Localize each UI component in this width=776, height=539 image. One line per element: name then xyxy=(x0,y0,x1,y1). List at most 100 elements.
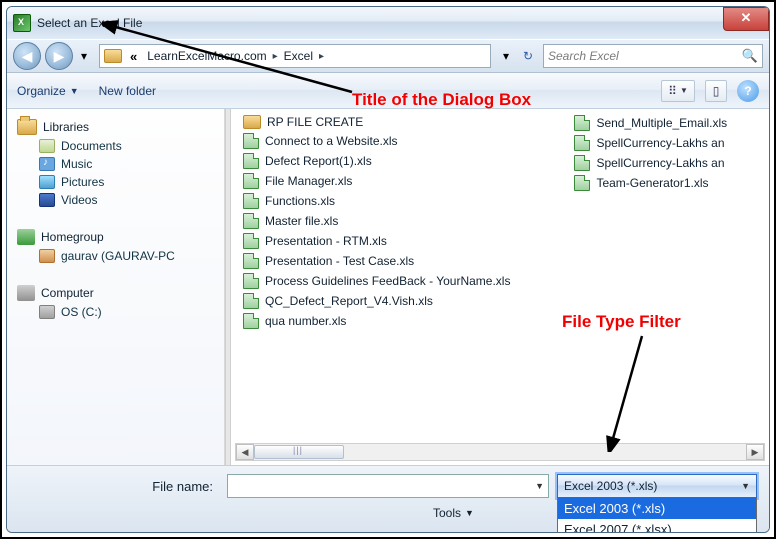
scroll-left-button[interactable]: ◀ xyxy=(236,444,254,460)
homegroup-icon xyxy=(17,229,35,245)
file-name: Send_Multiple_Email.xls xyxy=(596,116,727,130)
horizontal-scrollbar[interactable]: ◀ ▶ xyxy=(235,443,765,461)
preview-pane-button[interactable]: ▯ xyxy=(705,80,727,102)
annotation-filter: File Type Filter xyxy=(562,312,681,332)
file-name: Connect to a Website.xls xyxy=(265,134,398,148)
scroll-right-button[interactable]: ▶ xyxy=(746,444,764,460)
file-item[interactable]: Send_Multiple_Email.xls xyxy=(574,115,727,131)
filetype-option[interactable]: Excel 2007 (*.xlsx) xyxy=(558,519,756,533)
scroll-thumb[interactable] xyxy=(254,445,344,459)
bottom-panel: File name: ▼ Excel 2003 (*.xls) ▼ Excel … xyxy=(7,465,769,532)
file-item[interactable]: Master file.xls xyxy=(243,213,510,229)
refresh-icon: ↻ xyxy=(523,49,533,63)
help-icon: ? xyxy=(744,84,751,98)
folder-icon xyxy=(243,115,261,129)
history-dropdown[interactable]: ▾ xyxy=(77,46,91,66)
xls-file-icon xyxy=(243,293,259,309)
navbar: ◀ ▶ ▾ « LearnExcelMacro.com ▸ Excel ▸ ▾ … xyxy=(7,39,769,73)
view-icon: ⠿ xyxy=(668,84,677,98)
search-icon: 🔍 xyxy=(742,48,758,64)
sidebar-item-user[interactable]: gaurav (GAURAV-PC xyxy=(17,247,224,265)
crumb-item-1[interactable]: LearnExcelMacro.com xyxy=(145,49,268,63)
file-name: Functions.xls xyxy=(265,194,335,208)
xls-file-icon xyxy=(243,193,259,209)
file-item[interactable]: qua number.xls xyxy=(243,313,510,329)
chevron-down-icon: ▼ xyxy=(535,481,544,491)
sidebar-item-videos[interactable]: Videos xyxy=(17,191,224,209)
sidebar-heading-computer[interactable]: Computer xyxy=(17,283,224,303)
close-button[interactable]: ✕ xyxy=(723,7,769,31)
file-name: RP FILE CREATE xyxy=(267,115,363,129)
file-name: SpellCurrency-Lakhs an xyxy=(596,136,724,150)
xls-file-icon xyxy=(243,233,259,249)
chevron-down-icon: ▼ xyxy=(741,481,750,491)
filetype-option[interactable]: Excel 2003 (*.xls) xyxy=(558,498,756,519)
xls-file-icon xyxy=(574,115,590,131)
back-icon: ◀ xyxy=(22,48,33,65)
file-name: File Manager.xls xyxy=(265,174,352,188)
documents-icon xyxy=(39,139,55,153)
file-list: RP FILE CREATE Connect to a Website.xls De… xyxy=(231,109,769,465)
libraries-icon xyxy=(17,119,37,135)
xls-file-icon xyxy=(243,153,259,169)
file-item[interactable]: SpellCurrency-Lakhs an xyxy=(574,155,727,171)
sidebar-item-label: Music xyxy=(61,157,92,171)
file-item[interactable]: Team-Generator1.xls xyxy=(574,175,727,191)
refresh-button[interactable]: ↻ xyxy=(517,45,539,67)
search-input[interactable]: Search Excel 🔍 xyxy=(543,44,763,68)
tools-menu[interactable]: Tools ▼ xyxy=(433,506,474,520)
file-name: Process Guidelines FeedBack - YourName.x… xyxy=(265,274,510,288)
filetype-filter[interactable]: Excel 2003 (*.xls) ▼ xyxy=(557,474,757,498)
view-mode-button[interactable]: ⠿▼ xyxy=(661,80,695,102)
preview-icon: ▯ xyxy=(713,84,720,98)
sidebar-item-pictures[interactable]: Pictures xyxy=(17,173,224,191)
tools-label: Tools xyxy=(433,506,461,520)
sidebar-heading-label: Libraries xyxy=(43,120,89,134)
chevron-down-icon: ▼ xyxy=(465,508,474,518)
sidebar-heading-label: Homegroup xyxy=(41,230,104,244)
file-name: Team-Generator1.xls xyxy=(596,176,708,190)
help-button[interactable]: ? xyxy=(737,80,759,102)
xls-file-icon xyxy=(243,253,259,269)
window-title: Select an Excel File xyxy=(37,16,142,30)
sidebar-heading-label: Computer xyxy=(41,286,94,300)
address-dropdown[interactable]: ▾ xyxy=(499,46,513,66)
xls-file-icon xyxy=(243,173,259,189)
sidebar-item-documents[interactable]: Documents xyxy=(17,137,224,155)
crumb-overflow-icon[interactable]: « xyxy=(124,49,143,64)
file-name: qua number.xls xyxy=(265,314,346,328)
file-item[interactable]: Process Guidelines FeedBack - YourName.x… xyxy=(243,273,510,289)
chevron-down-icon: ▾ xyxy=(81,49,87,63)
back-button[interactable]: ◀ xyxy=(13,42,41,70)
file-item[interactable]: Defect Report(1).xls xyxy=(243,153,510,169)
file-item[interactable]: SpellCurrency-Lakhs an xyxy=(574,135,727,151)
sidebar: Libraries Documents Music Pictures Video… xyxy=(7,109,225,465)
dialog-window: Select an Excel File ✕ ◀ ▶ ▾ « LearnExce… xyxy=(6,6,770,533)
sidebar-item-label: gaurav (GAURAV-PC xyxy=(61,249,175,263)
xls-file-icon xyxy=(574,175,590,191)
xls-file-icon xyxy=(574,155,590,171)
file-item[interactable]: Connect to a Website.xls xyxy=(243,133,510,149)
file-name: Presentation - Test Case.xls xyxy=(265,254,414,268)
app-icon xyxy=(13,14,31,32)
forward-button[interactable]: ▶ xyxy=(45,42,73,70)
filename-input[interactable]: ▼ xyxy=(227,474,549,498)
organize-menu[interactable]: Organize ▼ xyxy=(17,84,79,98)
file-item[interactable]: RP FILE CREATE xyxy=(243,115,510,129)
sidebar-heading-libraries[interactable]: Libraries xyxy=(17,117,224,137)
file-name: QC_Defect_Report_V4.Vish.xls xyxy=(265,294,433,308)
new-folder-button[interactable]: New folder xyxy=(99,84,156,98)
search-placeholder: Search Excel xyxy=(548,49,619,63)
breadcrumb[interactable]: « LearnExcelMacro.com ▸ Excel ▸ xyxy=(99,44,491,68)
sidebar-heading-homegroup[interactable]: Homegroup xyxy=(17,227,224,247)
file-item[interactable]: QC_Defect_Report_V4.Vish.xls xyxy=(243,293,510,309)
file-item[interactable]: Functions.xls xyxy=(243,193,510,209)
folder-icon xyxy=(104,49,122,63)
drive-icon xyxy=(39,305,55,319)
file-item[interactable]: Presentation - Test Case.xls xyxy=(243,253,510,269)
sidebar-item-drive[interactable]: OS (C:) xyxy=(17,303,224,321)
file-item[interactable]: Presentation - RTM.xls xyxy=(243,233,510,249)
file-item[interactable]: File Manager.xls xyxy=(243,173,510,189)
sidebar-item-music[interactable]: Music xyxy=(17,155,224,173)
crumb-item-2[interactable]: Excel xyxy=(282,49,315,63)
